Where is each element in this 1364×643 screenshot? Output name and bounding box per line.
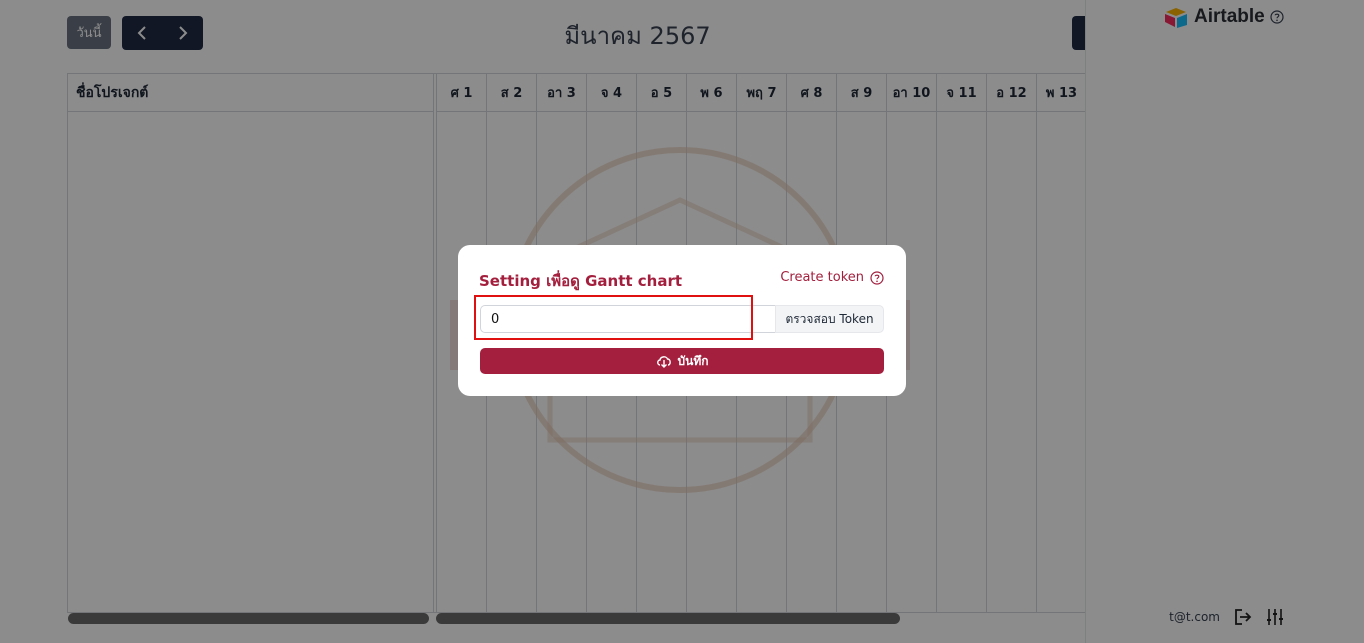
- settings-modal: Setting เพื่อดู Gantt chart Create token…: [458, 245, 906, 396]
- help-icon: [870, 270, 884, 285]
- save-button[interactable]: บันทึก: [480, 348, 884, 374]
- cloud-download-icon: [656, 356, 671, 368]
- token-input[interactable]: [480, 305, 776, 333]
- check-token-button[interactable]: ตรวจสอบ Token: [775, 305, 884, 333]
- modal-title: Setting เพื่อดู Gantt chart: [479, 272, 683, 290]
- create-token-link[interactable]: Create token: [780, 270, 884, 285]
- create-token-label: Create token: [780, 270, 864, 285]
- save-label: บันทึก: [677, 353, 709, 368]
- modal-backdrop[interactable]: Setting เพื่อดู Gantt chart Create token…: [0, 0, 1364, 643]
